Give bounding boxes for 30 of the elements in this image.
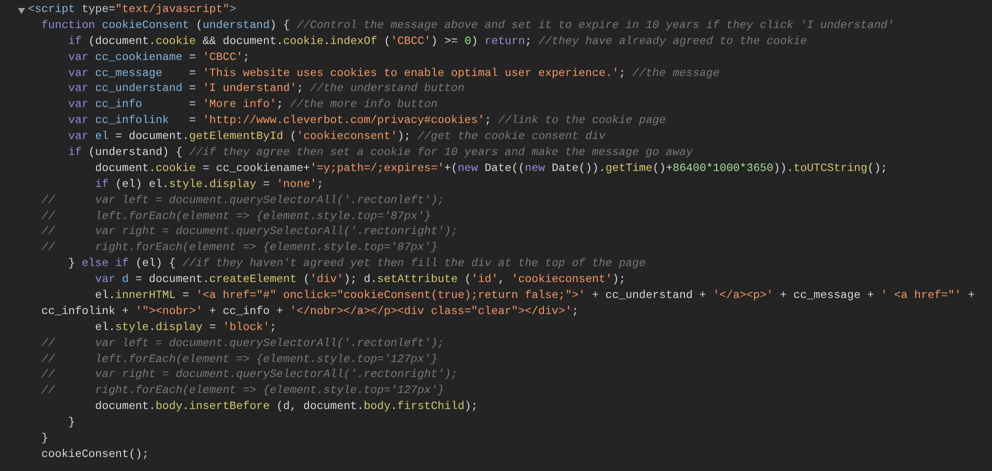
code-line: var cc_info = 'More info'; //the more info button	[67, 98, 438, 114]
code-line: var d = document.createElement ('div'); d.setAttribute ('id', 'cookieconsent');	[94, 273, 626, 288]
code-line: var cc_message = 'This website uses cookies to enable optimal user experience.'; //the message	[67, 66, 720, 82]
code-line: var cc_cookiename = 'CBCC';	[67, 50, 250, 66]
code-line: // var right = document.querySelectorAll('.rectonright');	[40, 225, 458, 240]
code-line: // var left = document.querySelectorAll('.rectonleft');	[40, 194, 444, 209]
code-line: if (el) el.style.display = 'none';	[94, 178, 324, 193]
code-line: el.innerHTML = '<a href="#" onclick="cookieConsent(true);return false;">' + cc_understand + '</a><p>' + cc_message + ' <a href="' +	[94, 289, 975, 304]
code-line: document.cookie = cc_cookiename+'=y;path=/;expires='+(new Date((new Date()).getTime()+86400*1000*3650)).toUTCString();	[94, 162, 888, 177]
code-line: cookieConsent();	[40, 448, 149, 463]
code-line: // left.forEach(element => {element.style.top='127px'}	[40, 352, 438, 368]
code-line: <script type="text/javascript">	[28, 3, 236, 18]
code-line: cc_infolink + '"><nobr>' + cc_info + '</nobr></a></p><div class="clear"></div>';	[40, 304, 579, 320]
code-line: var el = document.getElementById ('cookieconsent'); //get the cookie consent div	[67, 130, 606, 146]
code-line: }	[67, 416, 75, 432]
code-line: function cookieConsent (understand) { //Control the message above and set it to expire in 10 years if they click 'I understand'	[40, 18, 894, 34]
disclosure-triangle-icon[interactable]	[18, 8, 25, 14]
code-line: // var left = document.querySelectorAll('.rectonleft');	[40, 336, 444, 352]
code-line: if (document.cookie && document.cookie.indexOf ('CBCC') >= 0) return; //they have already agreed to the cookie	[67, 34, 807, 50]
code-line: // var right = document.querySelectorAll('.rectonright');	[40, 368, 458, 384]
code-line: // left.forEach(element => {element.style.top='87px'}	[40, 210, 431, 225]
code-line: document.body.insertBefore (d, document.body.firstChild);	[94, 400, 478, 416]
code-line: el.style.display = 'block';	[94, 320, 276, 336]
code-line: } else if (el) { //if they haven't agreed yet then fill the div at the top of the page	[67, 257, 646, 272]
code-line: var cc_infolink = 'http://www.cleverbot.com/privacy#cookies'; //link to the cookie page	[67, 114, 666, 130]
code-line: }	[40, 432, 48, 448]
code-line: var cc_understand = 'I understand'; //the understand button	[67, 82, 464, 98]
code-line: // right.forEach(element => {element.style.top='87px'}	[40, 241, 438, 256]
code-line: // right.forEach(element => {element.style.top='127px'}	[40, 384, 444, 400]
code-line: if (understand) { //if they agree then set a cookie for 10 years and make the message go away	[67, 146, 693, 162]
